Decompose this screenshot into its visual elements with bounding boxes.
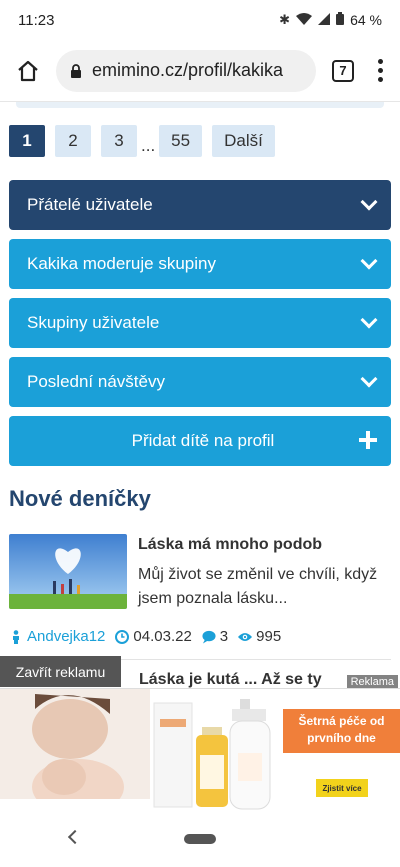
ad-banner-text: Šetrná péče od prvního dne	[283, 709, 400, 753]
add-child-button[interactable]: Přidat dítě na profil	[9, 416, 391, 466]
home-icon	[18, 60, 38, 81]
battery-icon	[336, 12, 345, 28]
previous-section-edge	[16, 102, 384, 108]
comment-icon	[202, 630, 216, 644]
page-ellipsis: ...	[141, 136, 156, 155]
accordion-friends[interactable]: Přátelé uživatele	[9, 180, 391, 230]
diary-body: Láska má mnoho podob Můj život se změnil…	[138, 534, 391, 611]
page-2-button[interactable]: 2	[55, 125, 91, 157]
dot-icon	[377, 68, 383, 73]
pagination: 1 2 3 ... 55 Další	[9, 124, 391, 158]
diary-title-partial: Láska je kutá ... Až se ty	[139, 671, 322, 688]
chevron-down-icon	[360, 252, 378, 270]
address-bar[interactable]: emimino.cz/profil/kakika	[56, 49, 316, 92]
page-content: 1 2 3 ... 55 Další Přátelé uživatele Kak…	[0, 102, 400, 688]
accordion-moderated-groups[interactable]: Kakika moderuje skupiny	[9, 239, 391, 289]
add-child-label: Přidat dítě na profil	[131, 431, 275, 450]
page-1-button[interactable]: 1	[9, 125, 45, 157]
status-icons: ✱ 64 %	[279, 12, 382, 28]
diary-meta: Andvejka12 04.03.22 3 995	[9, 628, 391, 645]
page-3-button[interactable]: 3	[101, 125, 137, 157]
list-item[interactable]: Láska má mnoho podob Můj život se změnil…	[9, 534, 391, 611]
tab-switcher-button[interactable]: 7	[332, 59, 354, 82]
diary-excerpt: Můj život se změnil ve chvíli, když jsem…	[138, 566, 378, 607]
author-link[interactable]: Andvejka12	[9, 628, 105, 645]
browser-menu-button[interactable]	[370, 59, 390, 82]
ad-label: Reklama	[346, 675, 398, 689]
close-ad-button[interactable]: Zavřít reklamu	[0, 656, 121, 687]
next-page-button[interactable]: Další	[212, 125, 275, 157]
plus-icon	[359, 431, 377, 449]
status-bar: 11:23 ✱ 64 %	[0, 0, 400, 40]
accordion-label: Přátelé uživatele	[27, 195, 153, 214]
ad-baby-image	[0, 689, 150, 814]
diary-comments: 3	[202, 628, 228, 645]
page-last-button[interactable]: 55	[159, 125, 203, 157]
bluetooth-icon: ✱	[279, 12, 291, 27]
status-time: 11:23	[18, 11, 55, 29]
ad-products-image	[153, 699, 271, 810]
accordion-label: Kakika moderuje skupiny	[27, 254, 216, 273]
accordion-label: Skupiny uživatele	[27, 313, 160, 332]
section-title: Nové deníčky	[9, 486, 151, 511]
dot-icon	[377, 77, 383, 82]
date-text: 04.03.22	[133, 628, 192, 645]
url-text: emimino.cz/profil/kakika	[92, 60, 284, 80]
chevron-down-icon	[360, 193, 378, 211]
views-count: 995	[256, 628, 282, 645]
diary-date: 04.03.22	[115, 628, 192, 645]
diary-thumbnail[interactable]	[9, 534, 127, 609]
comments-count: 3	[219, 628, 229, 645]
signal-icon	[318, 12, 331, 28]
home-button[interactable]	[10, 53, 46, 89]
clock-icon	[115, 629, 130, 644]
accordion-label: Poslední návštěvy	[27, 372, 165, 391]
person-icon	[13, 629, 19, 644]
battery-percent: 64 %	[350, 12, 382, 28]
dot-icon	[377, 59, 383, 64]
diary-views: 995	[238, 628, 281, 645]
chevron-down-icon	[360, 370, 378, 388]
ad-cta-button[interactable]: Zjistit více	[316, 779, 368, 797]
eye-icon	[238, 632, 253, 641]
browser-toolbar: emimino.cz/profil/kakika 7	[0, 40, 400, 102]
home-pill-icon[interactable]	[184, 834, 216, 844]
author-name: Andvejka12	[27, 628, 106, 645]
advertisement-banner[interactable]: Šetrná péče od prvního dne Zjistit více	[0, 688, 400, 814]
wifi-icon	[296, 12, 313, 28]
diary-title[interactable]: Láska má mnoho podob	[138, 536, 391, 554]
accordion-recent-visits[interactable]: Poslední návštěvy	[9, 357, 391, 407]
chevron-down-icon	[360, 311, 378, 329]
accordion-user-groups[interactable]: Skupiny uživatele	[9, 298, 391, 348]
system-nav-bar	[0, 814, 400, 867]
lock-icon	[71, 63, 81, 78]
back-icon[interactable]	[67, 829, 83, 845]
